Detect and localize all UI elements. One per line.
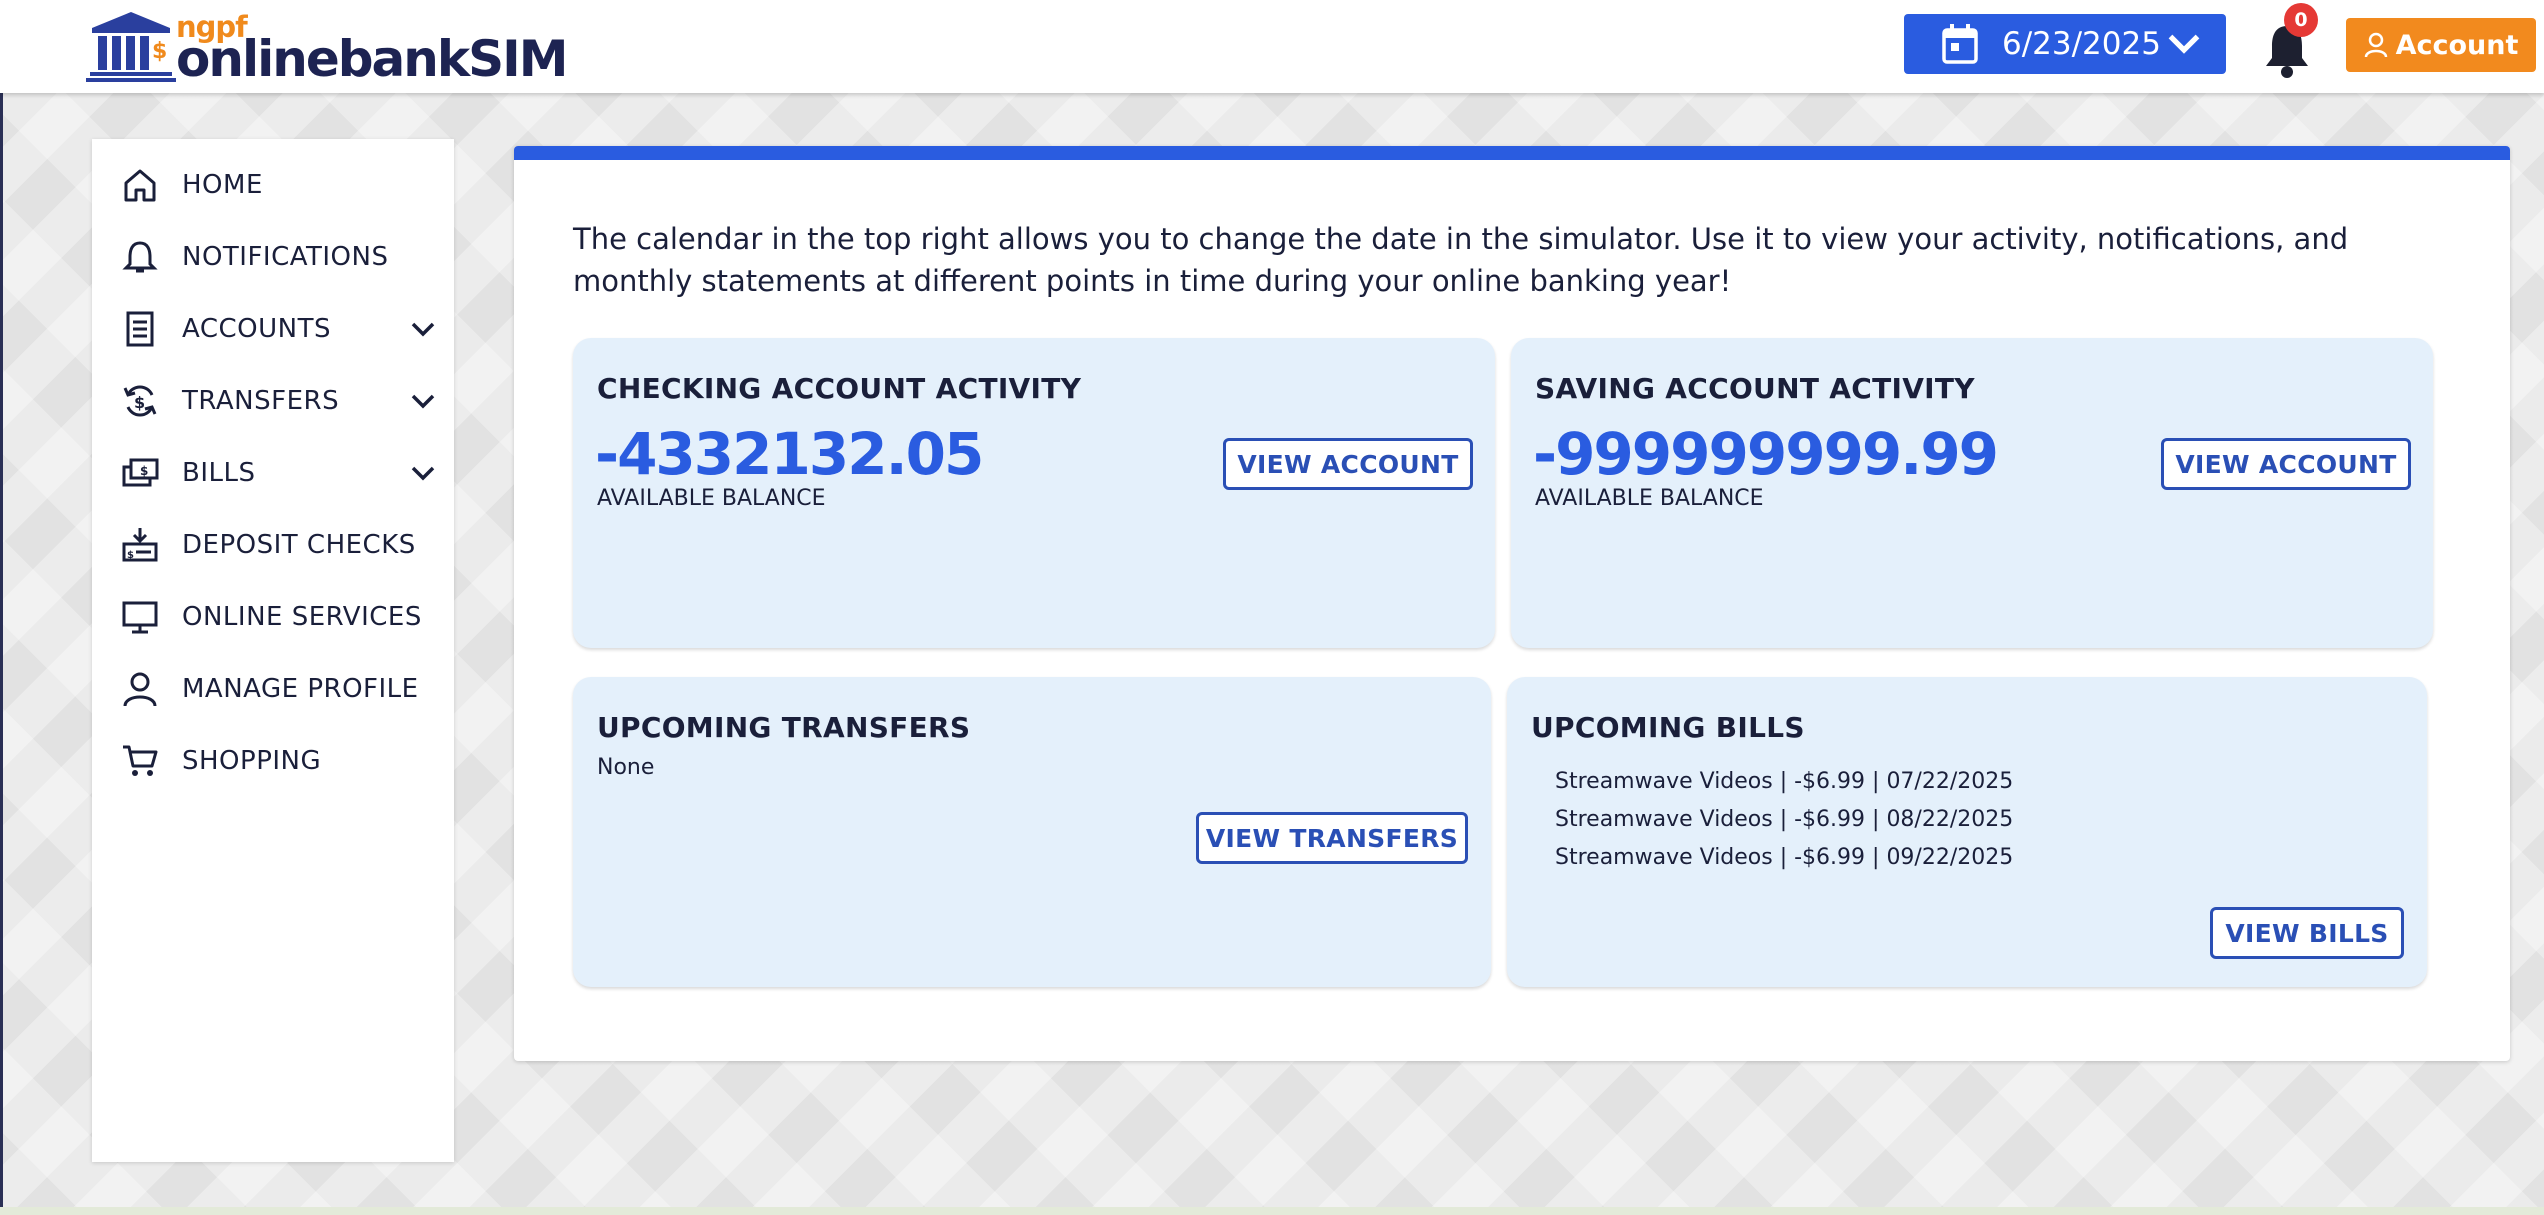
account-button-label: Account [2395,29,2519,61]
chevron-down-icon [2168,34,2200,54]
sidebar-item-label: ONLINE SERVICES [182,602,422,632]
sidebar-item-label: HOME [182,170,263,200]
bank-building-icon: $ [86,12,176,82]
card-title: SAVING ACCOUNT ACTIVITY [1535,372,1975,405]
checking-balance: -4332132.05 [595,420,984,488]
calendar-icon [1942,24,1978,64]
panel-accent-bar [514,146,2510,160]
chevron-down-icon[interactable] [410,320,436,338]
sidebar-item-bills[interactable]: $ BILLS [120,445,440,501]
upcoming-transfers-card: UPCOMING TRANSFERS None VIEW TRANSFERS [573,677,1491,987]
window-edge [0,0,3,1215]
balance-label: AVAILABLE BALANCE [597,486,826,511]
chevron-down-icon[interactable] [410,464,436,482]
intro-text: The calendar in the top right allows you… [573,222,2349,298]
home-icon [120,165,160,205]
sidebar-item-accounts[interactable]: ACCOUNTS [120,301,440,357]
sidebar: HOME NOTIFICATIONS ACCOUNTS $ TRANSFERS … [92,139,454,1162]
notification-count-badge: 0 [2284,3,2318,37]
sidebar-item-label: NOTIFICATIONS [182,242,389,272]
sidebar-item-label: BILLS [182,458,256,488]
sidebar-item-shopping[interactable]: SHOPPING [120,733,440,789]
card-title: UPCOMING TRANSFERS [597,711,971,744]
sidebar-item-label: MANAGE PROFILE [182,674,419,704]
bill-list-item: Streamwave Videos | -$6.99 | 08/22/2025 [1555,807,2014,832]
current-date: 6/23/2025 [2002,26,2161,62]
sidebar-item-deposit-checks[interactable]: $ DEPOSIT CHECKS [120,517,440,573]
sidebar-item-home[interactable]: HOME [120,157,440,213]
chevron-down-icon[interactable] [410,392,436,410]
svg-text:$: $ [134,393,145,412]
saving-account-card: SAVING ACCOUNT ACTIVITY -999999999.99 AV… [1511,338,2433,648]
card-title: CHECKING ACCOUNT ACTIVITY [597,372,1082,405]
view-transfers-button[interactable]: VIEW TRANSFERS [1196,812,1468,864]
logo-name: onlinebankSIM [176,30,568,88]
balance-label: AVAILABLE BALANCE [1535,486,1764,511]
transfers-value: None [597,755,655,780]
deposit-check-icon: $ [120,525,160,565]
sidebar-item-transfers[interactable]: $ TRANSFERS [120,373,440,429]
bills-icon: $ [120,453,160,493]
bottom-edge [0,1207,2544,1215]
monitor-icon [120,597,160,637]
checking-account-card: CHECKING ACCOUNT ACTIVITY -4332132.05 AV… [573,338,1495,648]
bell-icon [120,237,160,277]
sidebar-item-manage-profile[interactable]: MANAGE PROFILE [120,661,440,717]
logo-text: ngpf onlinebankSIM [176,8,636,88]
bill-list-item: Streamwave Videos | -$6.99 | 07/22/2025 [1555,769,2014,794]
top-header: $ ngpf onlinebankSIM 6/23/2025 0 Account [0,0,2544,93]
view-bills-button[interactable]: VIEW BILLS [2210,907,2404,959]
view-saving-account-button[interactable]: VIEW ACCOUNT [2161,438,2411,490]
user-icon [120,669,160,709]
user-icon [2364,32,2387,58]
dashboard-panel: The calendar in the top right allows you… [514,146,2510,1061]
view-checking-account-button[interactable]: VIEW ACCOUNT [1223,438,1473,490]
logo[interactable]: $ ngpf onlinebankSIM [86,8,636,88]
date-picker-button[interactable]: 6/23/2025 [1904,14,2226,74]
account-button[interactable]: Account [2346,18,2536,72]
transfer-icon: $ [120,381,160,421]
card-title: UPCOMING BILLS [1531,711,1805,744]
sidebar-item-label: ACCOUNTS [182,314,331,344]
cart-icon [120,741,160,781]
sidebar-item-online-services[interactable]: ONLINE SERVICES [120,589,440,645]
upcoming-bills-card: UPCOMING BILLS Streamwave Videos | -$6.9… [1507,677,2427,987]
saving-balance: -999999999.99 [1533,420,1999,488]
sidebar-item-label: DEPOSIT CHECKS [182,530,416,560]
sidebar-item-label: TRANSFERS [182,386,340,416]
sidebar-item-label: SHOPPING [182,746,322,776]
bill-list-item: Streamwave Videos | -$6.99 | 09/22/2025 [1555,845,2014,870]
svg-text:$: $ [140,464,148,478]
svg-text:$: $ [152,39,167,64]
document-icon [120,309,160,349]
svg-text:$: $ [127,550,134,561]
sidebar-item-notifications[interactable]: NOTIFICATIONS [120,229,440,285]
